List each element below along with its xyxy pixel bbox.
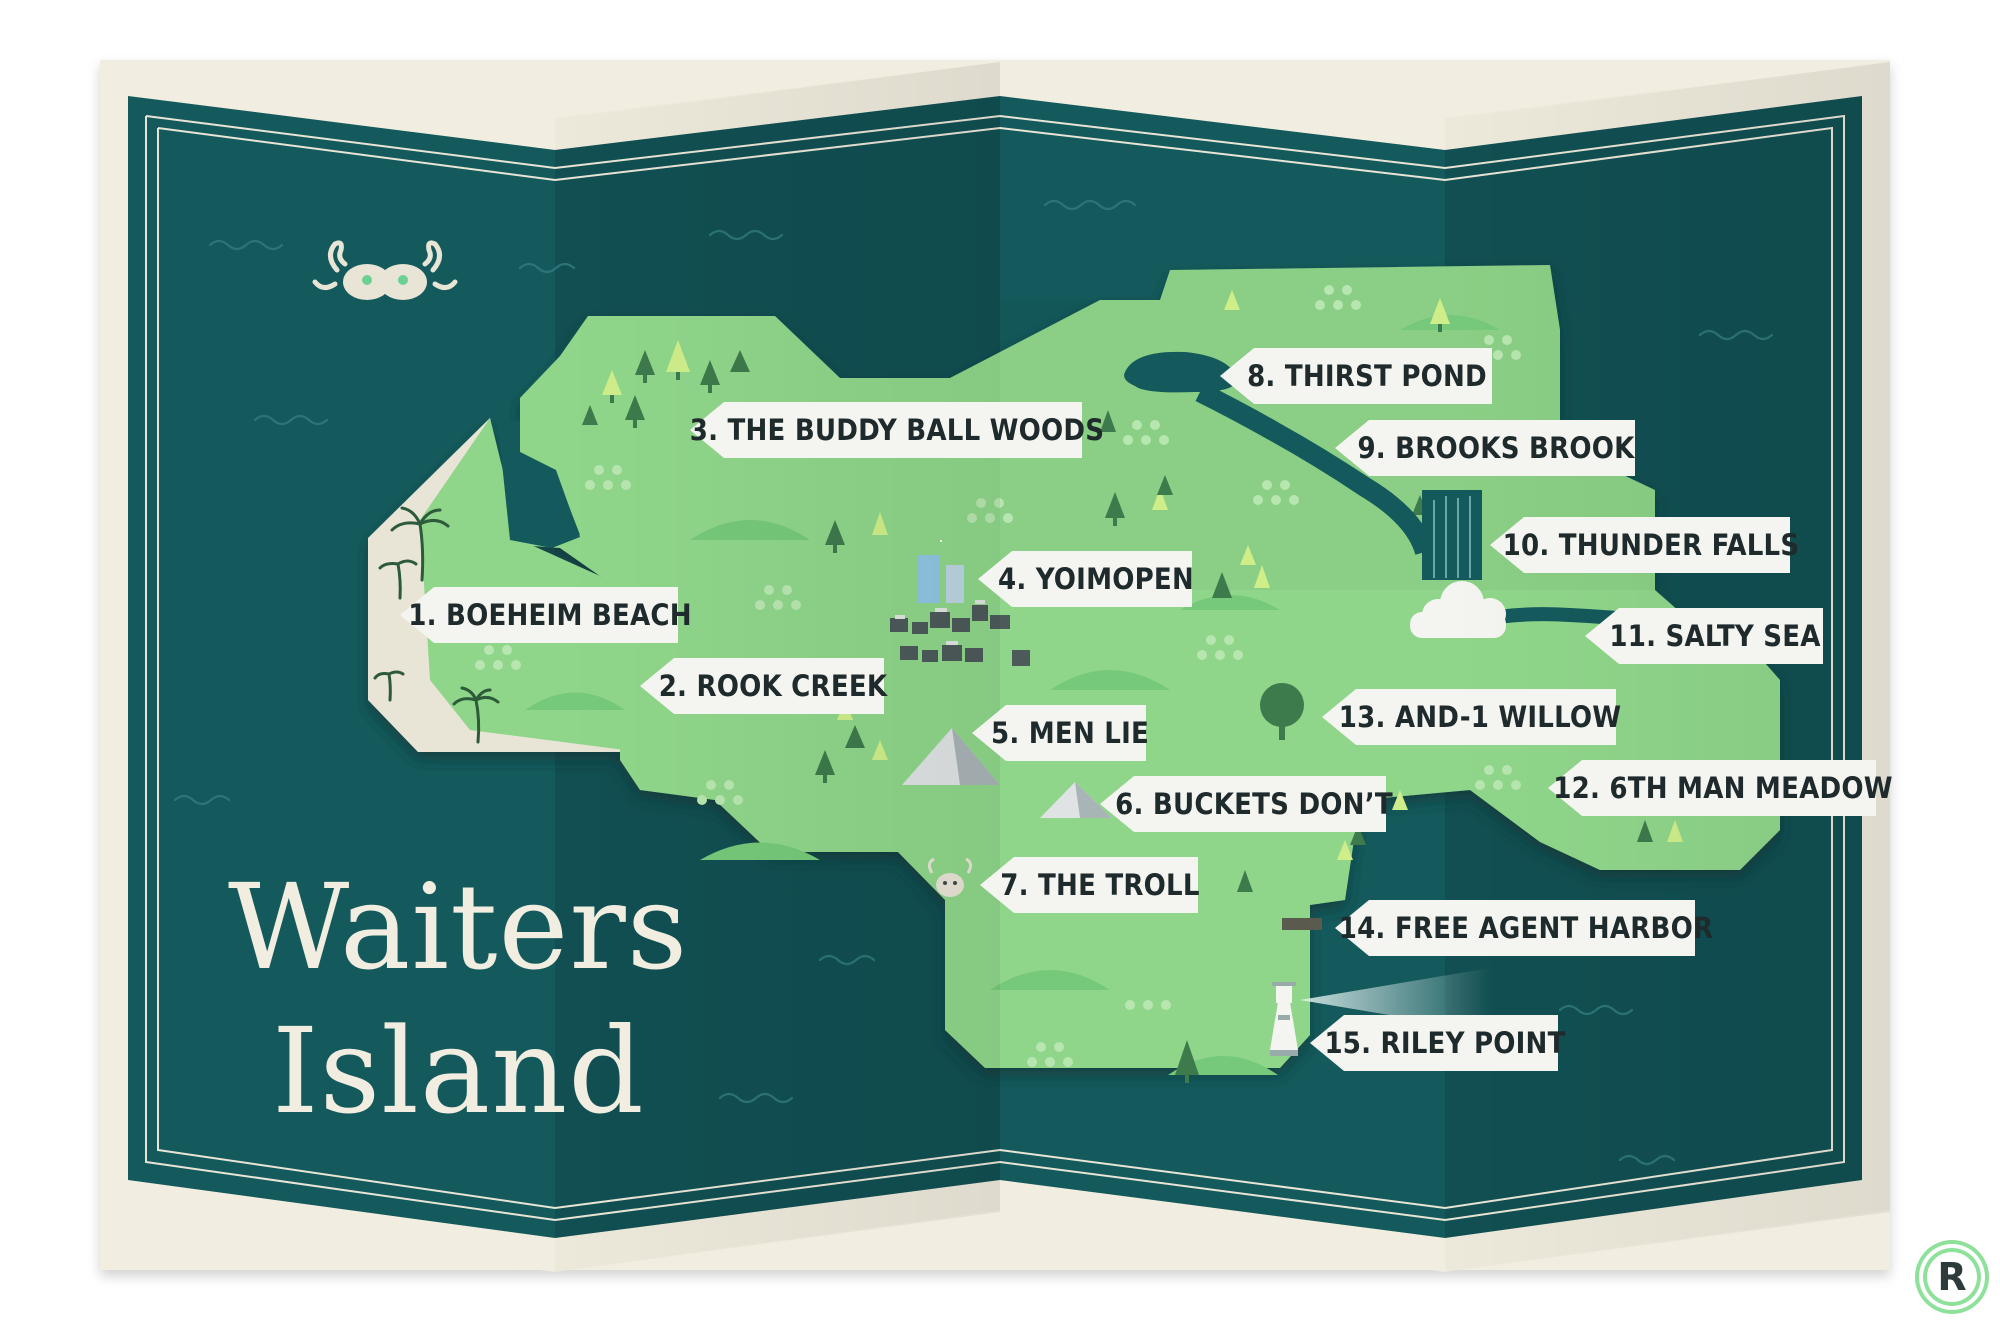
- location-label-11[interactable]: 11. SALTY SEA: [1585, 608, 1823, 664]
- location-label-1[interactable]: 1. BOEHEIM BEACH: [400, 587, 692, 643]
- location-label-text: 13. AND-1 WILLOW: [1338, 700, 1622, 734]
- location-label-13[interactable]: 13. AND-1 WILLOW: [1322, 689, 1621, 745]
- location-label-12[interactable]: 12. 6TH MAN MEADOW: [1548, 760, 1893, 816]
- location-label-text: 1. BOEHEIM BEACH: [408, 598, 692, 632]
- location-label-text: 7. THE TROLL: [1000, 868, 1200, 902]
- location-label-6[interactable]: 6. BUCKETS DON’T: [1100, 776, 1393, 832]
- location-label-text: 8. THIRST POND: [1247, 359, 1487, 393]
- location-label-text: 3. THE BUDDY BALL WOODS: [689, 413, 1105, 447]
- location-label-2[interactable]: 2. ROOK CREEK: [640, 658, 887, 714]
- location-label-15[interactable]: 15. RILEY POINT: [1310, 1015, 1565, 1071]
- location-label-text: 6. BUCKETS DON’T: [1115, 787, 1393, 821]
- location-label-text: 14. FREE AGENT HARBOR: [1338, 911, 1714, 945]
- map-title-line-2: Island: [272, 1002, 645, 1140]
- location-label-text: 5. MEN LIE: [991, 716, 1150, 750]
- location-label-4[interactable]: 4. YOIMOPEN: [978, 551, 1194, 607]
- location-label-text: 2. ROOK CREEK: [658, 669, 888, 703]
- location-label-text: 9. BROOKS BROOK: [1357, 431, 1635, 465]
- location-label-text: 12. 6TH MAN MEADOW: [1553, 771, 1893, 805]
- location-label-7[interactable]: 7. THE TROLL: [980, 857, 1200, 913]
- pier-icon: [1282, 918, 1322, 930]
- brand-logo-letter: R: [1937, 1255, 1967, 1299]
- location-label-5[interactable]: 5. MEN LIE: [972, 705, 1150, 761]
- location-label-text: 4. YOIMOPEN: [998, 562, 1194, 596]
- location-label-8[interactable]: 8. THIRST POND: [1220, 348, 1492, 404]
- location-label-3[interactable]: 3. THE BUDDY BALL WOODS: [690, 402, 1104, 458]
- map-scene: Waiters Island 1. BOEHEIM BEACH 2. ROOK …: [0, 0, 2000, 1332]
- location-label-10[interactable]: 10. THUNDER FALLS: [1490, 517, 1799, 573]
- location-label-9[interactable]: 9. BROOKS BROOK: [1335, 420, 1635, 476]
- location-label-text: 15. RILEY POINT: [1324, 1026, 1566, 1060]
- location-label-text: 10. THUNDER FALLS: [1502, 528, 1800, 562]
- location-label-14[interactable]: 14. FREE AGENT HARBOR: [1335, 900, 1713, 956]
- location-label-text: 11. SALTY SEA: [1609, 619, 1821, 653]
- map-title-line-1: Waiters: [228, 858, 689, 996]
